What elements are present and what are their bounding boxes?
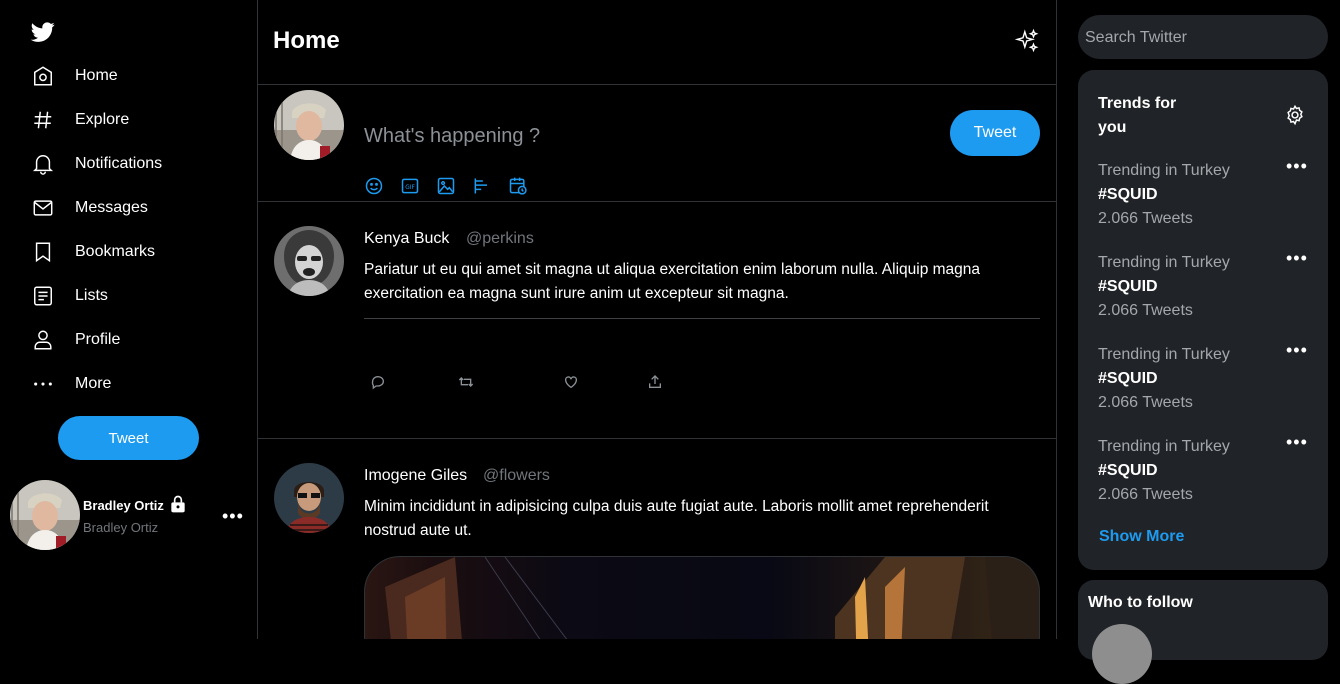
trend-more-icon[interactable]: ••• — [1286, 432, 1308, 453]
tweet-image[interactable] — [364, 556, 1040, 639]
nav-more[interactable]: More — [30, 368, 230, 400]
timeline-header: Home — [258, 0, 1056, 85]
gif-icon[interactable]: GIF — [400, 176, 420, 196]
emoji-icon[interactable] — [364, 176, 384, 196]
nav-label: Lists — [75, 287, 108, 304]
compose-input[interactable]: What's happening ? — [364, 125, 540, 148]
account-switcher[interactable]: Bradley Ortiz Bradley Ortiz ••• — [10, 480, 250, 552]
trend-more-icon[interactable]: ••• — [1286, 340, 1308, 361]
avatar — [274, 226, 344, 296]
trend-tag: #SQUID — [1098, 278, 1158, 295]
nav-profile[interactable]: Profile — [30, 324, 230, 356]
like-icon[interactable] — [563, 374, 579, 390]
trend-item[interactable]: Trending in Turkey #SQUID 2.066 Tweets •… — [1098, 432, 1318, 510]
person-icon — [30, 327, 56, 353]
left-sidebar: Home Explore Notifications Messages Book… — [0, 0, 258, 639]
avatar[interactable] — [1092, 624, 1152, 684]
search-bar[interactable] — [1078, 15, 1328, 59]
main-timeline: Home What's happening ? Tweet GIF Kenya … — [258, 0, 1057, 639]
tweet-author[interactable]: Imogene Giles — [364, 467, 467, 485]
tweet-handle[interactable]: @flowers — [483, 467, 550, 485]
bell-icon — [30, 151, 56, 177]
nav-label: Notifications — [75, 155, 163, 172]
nav-messages[interactable]: Messages — [30, 192, 230, 224]
share-icon[interactable] — [647, 374, 663, 390]
trends-title: Trends for you — [1098, 95, 1177, 136]
trend-more-icon[interactable]: ••• — [1286, 156, 1308, 177]
sidebar-tweet-button[interactable]: Tweet — [58, 416, 199, 460]
trend-count: 2.066 Tweets — [1098, 394, 1193, 411]
trend-context: Trending in Turkey — [1098, 346, 1230, 363]
trend-item[interactable]: Trending in Turkey #SQUID 2.066 Tweets •… — [1098, 340, 1318, 418]
image-icon[interactable] — [436, 176, 456, 196]
trend-tag: #SQUID — [1098, 370, 1158, 387]
show-more-link[interactable]: Show More — [1099, 528, 1184, 546]
sparkle-icon[interactable] — [1014, 28, 1040, 54]
trend-count: 2.066 Tweets — [1098, 302, 1193, 319]
retweet-icon[interactable] — [458, 374, 474, 390]
avatar — [274, 90, 344, 160]
twitter-logo-icon[interactable] — [30, 20, 56, 44]
trend-item[interactable]: Trending in Turkey #SQUID 2.066 Tweets •… — [1098, 156, 1318, 234]
tweet-text: Minim incididunt in adipisicing culpa du… — [364, 498, 989, 539]
avatar — [10, 480, 80, 550]
nav-lists[interactable]: Lists — [30, 280, 230, 312]
avatar — [274, 463, 344, 533]
trend-context: Trending in Turkey — [1098, 162, 1230, 179]
right-sidebar: Trends for you Trending in Turkey #SQUID… — [1057, 0, 1340, 684]
home-icon — [30, 63, 56, 89]
tweet-divider — [364, 318, 1040, 319]
tweet-handle[interactable]: @perkins — [466, 230, 534, 248]
tweet-text: Pariatur ut eu qui amet sit magna ut ali… — [364, 261, 981, 302]
tweet-card[interactable]: Kenya Buck @perkins Pariatur ut eu qui a… — [258, 202, 1056, 439]
hashtag-icon — [30, 107, 56, 133]
trend-count: 2.066 Tweets — [1098, 210, 1193, 227]
compose-tweet-button[interactable]: Tweet — [950, 110, 1040, 156]
schedule-icon[interactable] — [508, 176, 528, 196]
gear-icon[interactable] — [1284, 104, 1306, 126]
compose-toolbar: GIF — [364, 176, 528, 196]
trend-context: Trending in Turkey — [1098, 254, 1230, 271]
search-input[interactable] — [1083, 27, 1319, 49]
trend-item[interactable]: Trending in Turkey #SQUID 2.066 Tweets •… — [1098, 248, 1318, 326]
who-to-follow-panel: Who to follow — [1078, 580, 1328, 684]
tweet-author[interactable]: Kenya Buck — [364, 230, 449, 248]
svg-text:GIF: GIF — [405, 185, 415, 191]
nav-label: Explore — [75, 111, 130, 128]
trend-context: Trending in Turkey — [1098, 438, 1230, 455]
trend-count: 2.066 Tweets — [1098, 486, 1193, 503]
nav-label: Home — [75, 67, 118, 84]
lock-icon — [168, 494, 188, 514]
trend-tag: #SQUID — [1098, 186, 1158, 203]
page-title: Home — [273, 27, 340, 54]
tweet-composer: What's happening ? Tweet GIF — [258, 85, 1056, 202]
mail-icon — [30, 195, 56, 221]
list-icon — [30, 283, 56, 309]
nav-label: More — [75, 375, 112, 392]
nav-label: Bookmarks — [75, 243, 156, 260]
who-to-follow-title: Who to follow — [1088, 594, 1193, 611]
nav-explore[interactable]: Explore — [30, 104, 230, 136]
poll-icon[interactable] — [472, 176, 492, 196]
trend-tag: #SQUID — [1098, 462, 1158, 479]
trends-panel: Trends for you Trending in Turkey #SQUID… — [1078, 70, 1328, 570]
nav-label: Profile — [75, 331, 121, 348]
account-more-icon[interactable]: ••• — [222, 506, 244, 527]
nav-bookmarks[interactable]: Bookmarks — [30, 236, 230, 268]
nav-home[interactable]: Home — [30, 60, 230, 92]
nav-label: Messages — [75, 199, 148, 216]
more-icon — [30, 371, 56, 397]
trend-more-icon[interactable]: ••• — [1286, 248, 1308, 269]
account-handle: Bradley Ortiz — [83, 520, 159, 535]
tweet-card[interactable]: Imogene Giles @flowers Minim incididunt … — [258, 439, 1056, 639]
reply-icon[interactable] — [370, 374, 386, 390]
nav-notifications[interactable]: Notifications — [30, 148, 230, 180]
account-name: Bradley Ortiz — [83, 498, 164, 513]
bookmark-icon — [30, 239, 56, 265]
